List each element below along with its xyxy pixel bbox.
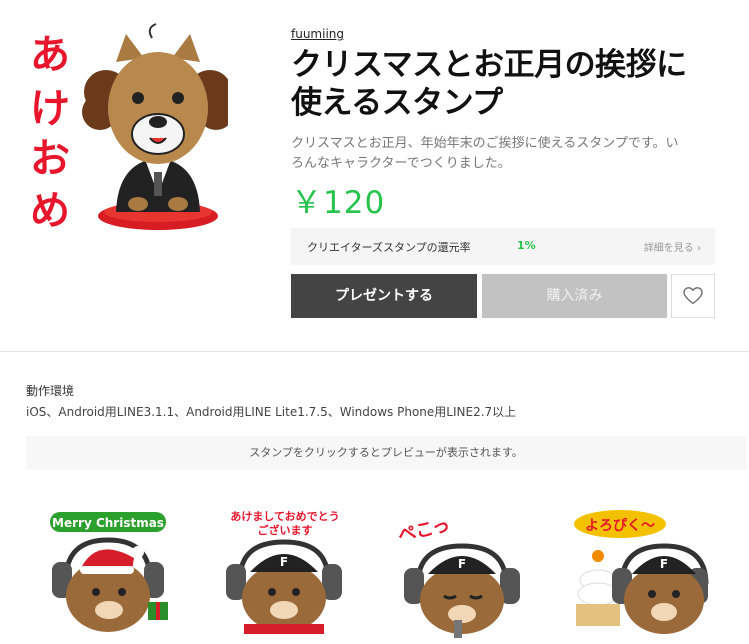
rebate-detail-label: 詳細を見る [643, 243, 694, 254]
chevron-right-icon: › [697, 243, 701, 254]
price: ￥120 [291, 185, 386, 221]
main-sticker-char-3: お [30, 136, 70, 182]
main-sticker-image: あ け お め [28, 22, 234, 242]
like-button[interactable] [671, 274, 715, 318]
heart-icon [683, 287, 703, 305]
sticker-item[interactable]: よろぴく〜 F [560, 500, 710, 640]
description-line-1: クリスマスとお正月、年始年末のご挨拶に使えるスタンプです。い [291, 136, 679, 151]
main-sticker-char-1: あ [30, 32, 70, 78]
environment-title: 動作環境 [26, 384, 75, 398]
main-sticker-char-4: め [30, 188, 70, 234]
rebate-value: 1% [517, 239, 536, 252]
rebate-label: クリエイターズスタンプの還元率 [307, 241, 471, 254]
main-sticker-char-2: け [30, 86, 70, 132]
section-divider [0, 351, 749, 352]
page-title: クリスマスとお正月の挨拶に 使えるスタンプ [291, 46, 731, 122]
rebate-detail-link[interactable]: 詳細を見る › [644, 239, 701, 254]
sticker-caption-line-2: ございます [258, 523, 313, 537]
svg-text:F: F [280, 555, 288, 569]
author-link[interactable]: fuumiing [291, 27, 344, 41]
sticker-caption: Merry Christmas [52, 516, 164, 530]
sticker-caption-line-1: あけましておめでとう [230, 510, 339, 523]
description-line-2: ろんなキャラクターでつくりました。 [291, 156, 511, 171]
title-line-2: 使えるスタンプ [291, 85, 503, 121]
sticker-caption: よろぴく〜 [585, 518, 655, 534]
title-line-1: クリスマスとお正月の挨拶に [291, 47, 687, 83]
sticker-item[interactable]: Merry Christmas [36, 500, 186, 640]
product-description: クリスマスとお正月、年始年末のご挨拶に使えるスタンプです。い ろんなキャラクター… [291, 134, 731, 174]
sticker-caption: ぺこっ [396, 515, 452, 547]
sticker-item[interactable]: ぺこっ F [384, 500, 534, 640]
svg-text:F: F [660, 557, 668, 571]
svg-text:F: F [458, 557, 466, 571]
present-button[interactable]: プレゼントする [291, 274, 477, 318]
rebate-panel: クリエイターズスタンプの還元率 1% 詳細を見る › [291, 228, 715, 265]
sticker-item[interactable]: あけましておめでとう ございます F [210, 500, 360, 640]
purchased-button[interactable]: 購入済み [482, 274, 667, 318]
environment-text: iOS、Android用LINE3.1.1、Android用LINE Lite1… [26, 405, 517, 419]
preview-note: スタンプをクリックするとプレビューが表示されます。 [26, 436, 746, 470]
